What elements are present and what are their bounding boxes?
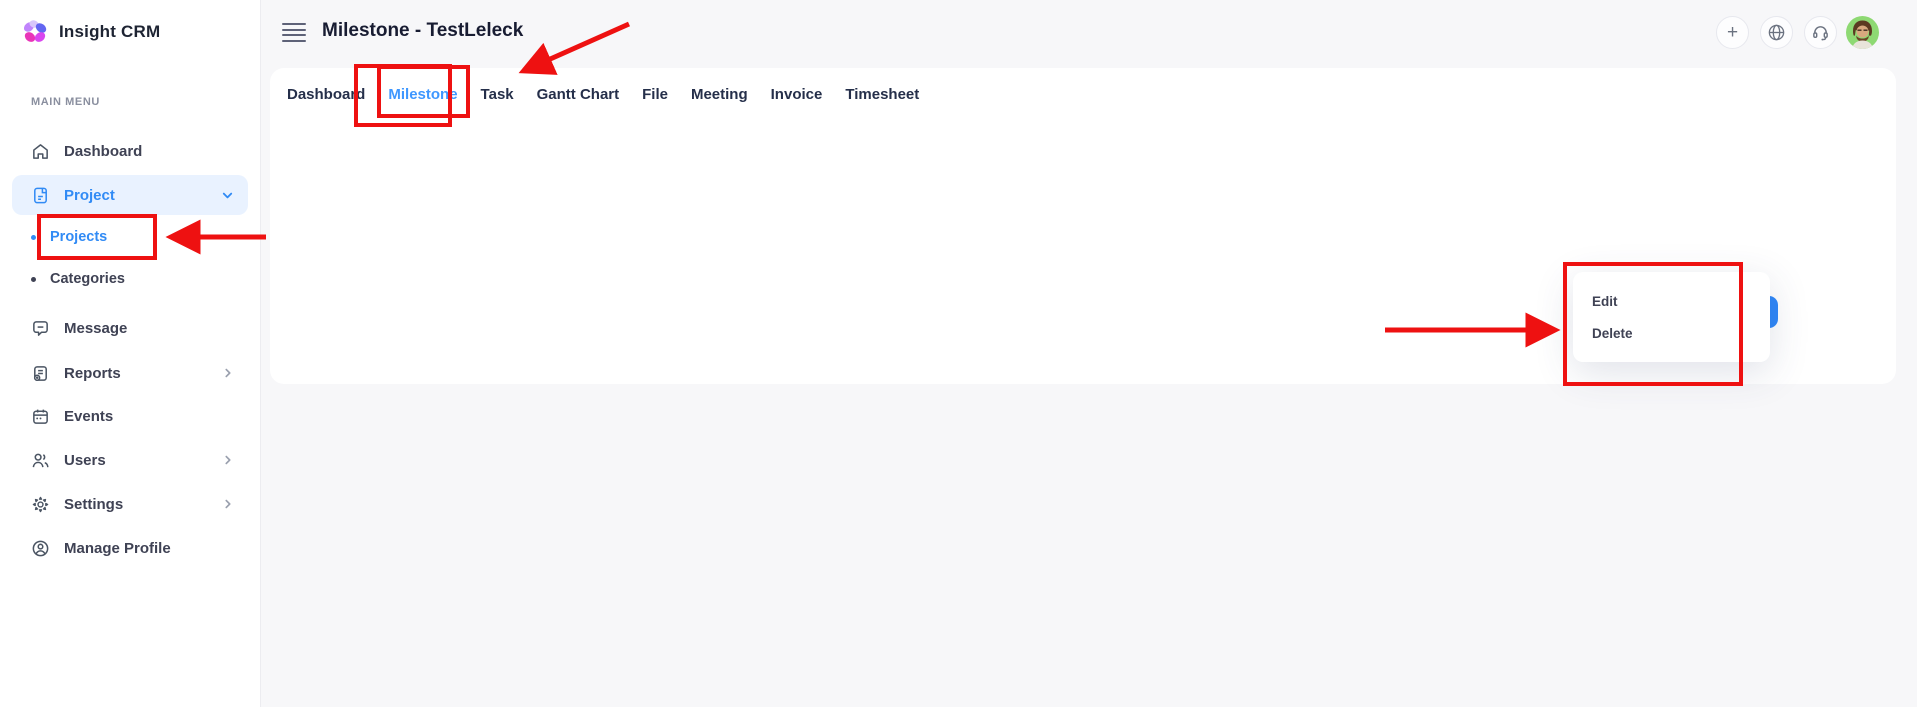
support-button[interactable] (1804, 16, 1837, 49)
sidebar-subitem-categories[interactable]: Categories (31, 265, 231, 293)
sidebar-item-label: Users (64, 452, 106, 469)
tab-meeting[interactable]: Meeting (691, 86, 748, 117)
hamburger-menu-icon[interactable] (282, 23, 306, 42)
profile-icon (31, 539, 50, 558)
sidebar-item-label: Dashboard (64, 143, 142, 160)
chat-icon (31, 319, 50, 338)
sidebar-section-label: MAIN MENU (31, 96, 100, 108)
sidebar-item-label: Manage Profile (64, 540, 171, 557)
tab-bar: Dashboard Milestone Task Gantt Chart Fil… (287, 86, 919, 117)
sidebar-item-label: Project (64, 187, 115, 204)
brand-name: Insight CRM (59, 22, 160, 42)
chevron-right-icon (222, 498, 234, 510)
tab-timesheet[interactable]: Timesheet (845, 86, 919, 117)
sidebar-item-label: Message (64, 320, 127, 337)
sidebar-subitem-projects[interactable]: Projects (31, 223, 231, 251)
tab-gantt-chart[interactable]: Gantt Chart (537, 86, 620, 117)
page-title: Milestone - TestLeleck (322, 20, 523, 42)
chevron-down-icon (221, 189, 234, 202)
sidebar-item-manage-profile[interactable]: Manage Profile (12, 528, 248, 568)
chevron-right-icon (222, 454, 234, 466)
users-icon (31, 451, 50, 470)
tab-task[interactable]: Task (481, 86, 514, 117)
flower-logo-icon (20, 17, 50, 47)
sidebar-item-project[interactable]: Project (12, 175, 248, 215)
sidebar-item-reports[interactable]: Reports (12, 353, 248, 393)
document-icon (31, 186, 50, 205)
plus-icon: + (1727, 22, 1738, 44)
avatar-photo (1846, 16, 1879, 49)
tab-dashboard[interactable]: Dashboard (287, 86, 365, 117)
brand-logo: Insight CRM (20, 17, 160, 47)
user-avatar[interactable] (1846, 16, 1879, 49)
chevron-right-icon (222, 367, 234, 379)
sidebar-subitem-label: Categories (50, 271, 125, 287)
app-root: Insight CRM MAIN MENU Dashboard Project … (0, 0, 1917, 707)
language-button[interactable] (1760, 16, 1793, 49)
sidebar: Insight CRM MAIN MENU Dashboard Project … (0, 0, 261, 707)
sidebar-subitem-label: Projects (50, 229, 107, 245)
headset-icon (1811, 23, 1830, 42)
home-icon (31, 142, 50, 161)
sidebar-item-label: Reports (64, 365, 121, 382)
sidebar-item-label: Settings (64, 496, 123, 513)
tab-invoice[interactable]: Invoice (771, 86, 823, 117)
sidebar-item-users[interactable]: Users (12, 440, 248, 480)
quick-add-button[interactable]: + (1716, 16, 1749, 49)
sidebar-item-message[interactable]: Message (12, 308, 248, 348)
sidebar-item-label: Events (64, 408, 113, 425)
arrow-to-milestone-tab (530, 24, 629, 68)
tab-file[interactable]: File (642, 86, 668, 117)
sidebar-item-events[interactable]: Events (12, 396, 248, 436)
sidebar-item-dashboard[interactable]: Dashboard (12, 131, 248, 171)
row-context-menu: Edit Delete (1573, 272, 1770, 362)
bullet-icon (31, 235, 36, 240)
report-icon (31, 364, 50, 383)
context-menu-edit[interactable]: Edit (1573, 285, 1770, 317)
calendar-icon (31, 407, 50, 426)
tab-milestone[interactable]: Milestone (388, 86, 457, 117)
gear-icon (31, 495, 50, 514)
context-menu-delete[interactable]: Delete (1573, 317, 1770, 349)
bullet-icon (31, 277, 36, 282)
globe-icon (1767, 23, 1786, 42)
sidebar-item-settings[interactable]: Settings (12, 484, 248, 524)
